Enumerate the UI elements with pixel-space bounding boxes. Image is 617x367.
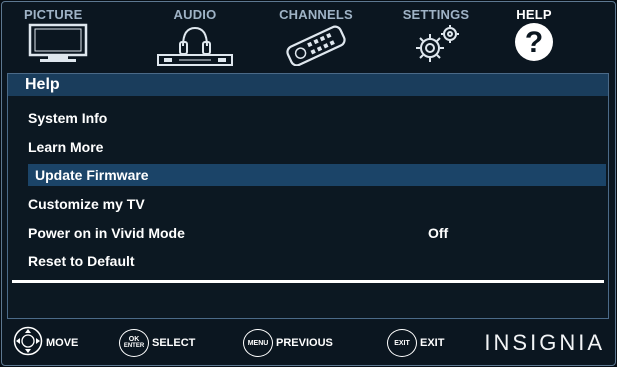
menu-item-label: Reset to Default [28,253,135,269]
menu-item-update-firmware[interactable]: Update Firmware [28,164,606,186]
tab-picture[interactable]: PICTURE [8,0,108,72]
exit-button-icon: EXIT [387,329,417,357]
enter-button-text: ENTER [123,343,145,349]
panel-divider [12,280,604,283]
tv-icon [26,22,90,69]
ok-button-text: OK [128,336,140,343]
menu-item-value: Off [428,225,449,241]
tab-picture-label: PICTURE [24,7,83,22]
tab-audio-label: AUDIO [173,7,217,22]
tab-settings[interactable]: SETTINGS [390,0,482,72]
menu-item-label: System Info [28,110,108,126]
menu-item-learn-more[interactable]: Learn More [24,136,608,158]
tab-help[interactable]: HELP ? [498,0,570,72]
menu-item-system-info[interactable]: System Info [24,107,608,129]
menu-item-label: Customize my TV [28,196,145,212]
menu-button-icon: MENU [243,329,273,357]
help-panel: Help System Info Learn More Update Firmw… [7,73,609,319]
menu-item-label: Update Firmware [35,167,149,183]
tab-channels-label: CHANNELS [279,7,353,22]
hint-exit-label: EXIT [420,337,445,349]
remote-control-icon [281,22,351,71]
tab-channels[interactable]: CHANNELS [268,0,364,72]
headphones-speaker-icon [155,22,235,71]
gears-icon [406,22,466,71]
menu-item-power-on-vivid-mode[interactable]: Power on in Vivid Mode Off [24,222,608,244]
hint-select: OK ENTER SELECT [119,328,195,358]
hint-select-label: SELECT [152,337,196,349]
tab-settings-label: SETTINGS [402,7,470,22]
hint-move-label: MOVE [46,337,79,349]
svg-text:?: ? [525,26,543,59]
hint-move: MOVE [13,326,79,361]
panel-title: Help [8,74,608,96]
brand-logo: INSIGNIA [484,330,605,355]
menu-tab-bar: PICTURE AUDIO CHANNELS SETTINGS HELP ? [0,0,617,72]
menu-item-label: Power on in Vivid Mode [28,225,185,241]
menu-item-customize-my-tv[interactable]: Customize my TV [24,193,608,215]
tab-audio[interactable]: AUDIO [148,0,242,72]
menu-item-label: Learn More [28,139,104,155]
dpad-icon [13,326,43,361]
hint-previous: MENU PREVIOUS [243,328,333,358]
hint-exit: EXIT EXIT [387,328,444,358]
menu-item-reset-to-default[interactable]: Reset to Default [24,250,608,272]
hint-previous-label: PREVIOUS [276,337,333,349]
question-mark-icon: ? [512,20,556,69]
ok-enter-button-icon: OK ENTER [119,329,149,357]
